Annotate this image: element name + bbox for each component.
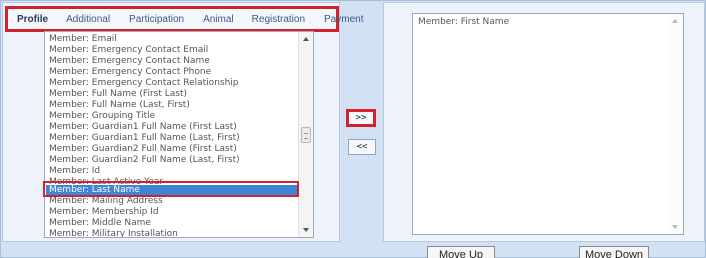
tab-participation[interactable]: Participation bbox=[129, 14, 184, 25]
move-down-button[interactable]: Move Down bbox=[579, 246, 649, 258]
move-up-button[interactable]: Move Up bbox=[427, 246, 495, 258]
list-item[interactable]: Member: Guardian1 Full Name (First Last) bbox=[46, 122, 237, 133]
selected-list-scrollbar[interactable] bbox=[668, 14, 683, 234]
tab-animal[interactable]: Animal bbox=[203, 14, 234, 25]
list-item[interactable]: Member: Full Name (First Last) bbox=[46, 89, 187, 100]
scroll-down-arrow-icon[interactable] bbox=[303, 228, 309, 232]
selected-fields-list[interactable]: Member: First Name bbox=[412, 13, 684, 235]
available-fields-list[interactable]: Member: Email Member: Emergency Contact … bbox=[44, 31, 314, 238]
scroll-up-arrow-icon[interactable] bbox=[303, 37, 309, 41]
list-item[interactable]: Member: Middle Name bbox=[46, 218, 151, 229]
add-field-button[interactable]: >> bbox=[346, 109, 376, 127]
list-item[interactable]: Member: First Name bbox=[418, 17, 509, 27]
scrollbar-thumb[interactable] bbox=[301, 127, 311, 143]
list-item[interactable]: Member: Emergency Contact Email bbox=[46, 45, 208, 56]
list-item[interactable]: Member: Guardian2 Full Name (Last, First… bbox=[46, 155, 240, 166]
list-item[interactable]: Member: Military Installation bbox=[46, 229, 178, 237]
remove-field-button[interactable]: << bbox=[348, 139, 376, 155]
field-selector-frame: Profile Additional Participation Animal … bbox=[0, 0, 706, 258]
list-item[interactable]: Member: Emergency Contact Relationship bbox=[46, 78, 239, 89]
list-item[interactable]: Member: Membership Id bbox=[46, 207, 159, 218]
list-item[interactable]: Member: Grouping Title bbox=[46, 111, 155, 122]
list-item[interactable]: Member: Guardian2 Full Name (First Last) bbox=[46, 144, 237, 155]
scroll-down-arrow-icon[interactable] bbox=[672, 225, 678, 229]
tab-profile[interactable]: Profile bbox=[17, 14, 48, 25]
tab-payment[interactable]: Payment bbox=[324, 14, 363, 25]
tab-registration[interactable]: Registration bbox=[252, 14, 305, 25]
scroll-up-arrow-icon[interactable] bbox=[672, 19, 678, 23]
list-item[interactable]: Member: Email bbox=[46, 34, 117, 45]
list-item[interactable]: Member: Full Name (Last, First) bbox=[46, 100, 190, 111]
category-tabs: Profile Additional Participation Animal … bbox=[5, 6, 363, 32]
tab-additional[interactable]: Additional bbox=[66, 14, 110, 25]
list-item[interactable]: Member: Id bbox=[46, 166, 100, 177]
list-item[interactable]: Member: Mailing Address bbox=[46, 196, 163, 207]
list-item[interactable]: Member: Emergency Contact Name bbox=[46, 56, 210, 67]
list-item[interactable]: Member: Guardian1 Full Name (Last, First… bbox=[46, 133, 240, 144]
available-list-scrollbar[interactable] bbox=[298, 32, 313, 237]
selected-item-highlight bbox=[43, 181, 299, 197]
list-item[interactable]: Member: Emergency Contact Phone bbox=[46, 67, 211, 78]
